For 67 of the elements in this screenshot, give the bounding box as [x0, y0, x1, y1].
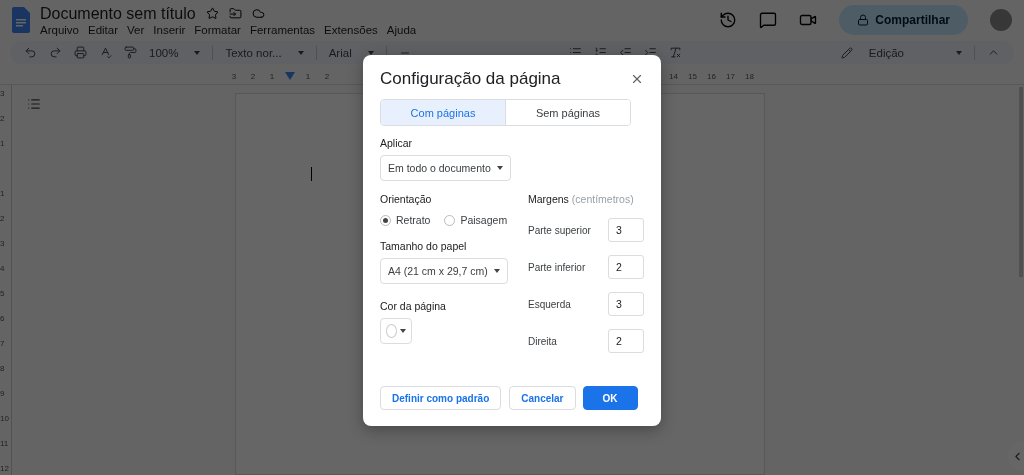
zoom-select[interactable]: 100%	[149, 46, 201, 59]
document-logo-icon[interactable]	[12, 7, 30, 34]
ruler-number: 12	[0, 463, 10, 475]
margin-input[interactable]: 3	[608, 292, 644, 316]
menu-item[interactable]: Ver	[127, 24, 145, 36]
cloud-icon[interactable]	[251, 7, 265, 21]
share-button[interactable]: Compartilhar	[839, 5, 968, 36]
style-select[interactable]: Texto nor...	[225, 46, 304, 59]
paper-size-label: Tamanho do papel	[380, 240, 468, 252]
apply-label: Aplicar	[380, 137, 414, 149]
margin-input[interactable]: 2	[608, 255, 644, 279]
radio-option[interactable]: Retrato	[380, 214, 431, 226]
page-color-label: Cor da página	[380, 300, 447, 312]
margin-label: Direita	[528, 335, 557, 347]
redo-icon[interactable]	[49, 46, 62, 60]
dialog-button[interactable]: Definir como padrão	[380, 386, 502, 410]
outline-icon[interactable]	[27, 97, 41, 111]
close-icon[interactable]	[630, 72, 644, 86]
mode-select[interactable]: Edição	[840, 46, 962, 59]
indent-marker-icon[interactable]	[285, 72, 295, 81]
ruler-number: 18	[745, 71, 753, 81]
menu-item[interactable]: Ferramentas	[249, 24, 316, 36]
menu-item[interactable]: Extensões	[324, 24, 378, 36]
avatar[interactable]	[990, 9, 1012, 32]
dialog-button[interactable]: Cancelar	[509, 386, 576, 410]
paper-size-select[interactable]: A4 (21 cm x 29,7 cm)	[380, 258, 508, 284]
margin-input[interactable]: 2	[608, 329, 644, 353]
clear-formatting-icon[interactable]	[669, 46, 683, 60]
ok-button[interactable]: OK	[582, 386, 638, 410]
text-cursor	[311, 167, 312, 181]
ruler-number: 10	[0, 413, 10, 425]
ruler-number: 11	[0, 438, 10, 450]
ruler-number: 1	[0, 138, 6, 150]
menu-item[interactable]: Editar	[88, 24, 119, 36]
comment-icon[interactable]	[759, 11, 778, 30]
ruler-number: 16	[707, 71, 715, 81]
radio-option[interactable]: Paisagem	[444, 214, 508, 226]
margin-label: Esquerda	[528, 298, 571, 310]
ruler-number: 14	[669, 71, 677, 81]
margin-input[interactable]: 3	[608, 218, 644, 242]
margins-label: Margens	[528, 193, 569, 205]
star-icon[interactable]	[205, 7, 219, 21]
history-icon[interactable]	[719, 11, 738, 30]
spellcheck-icon[interactable]	[99, 46, 112, 60]
ruler-number: 7	[0, 338, 6, 350]
apply-select[interactable]: Em todo o documento	[380, 155, 511, 181]
menu-item[interactable]: Formatar	[194, 24, 241, 36]
dialog-title: Configuração da página	[380, 69, 561, 89]
ruler-number: 1	[0, 188, 6, 200]
menu-item[interactable]: Inserir	[153, 24, 186, 36]
undo-icon[interactable]	[24, 46, 37, 60]
folder-icon[interactable]	[228, 7, 242, 21]
print-icon[interactable]	[74, 46, 87, 60]
paint-format-icon[interactable]	[124, 46, 137, 60]
orientation-label: Orientação	[380, 193, 433, 205]
tab[interactable]: Com páginas	[381, 100, 506, 125]
menu-item[interactable]: Ajuda	[386, 24, 417, 36]
margin-label: Parte superior	[528, 224, 591, 236]
unit-label: (centímetros)	[571, 193, 634, 205]
margin-label: Parte inferior	[528, 261, 586, 273]
lock-icon	[857, 14, 870, 27]
pencil-icon	[840, 46, 853, 59]
ruler-number: 15	[688, 71, 696, 81]
color-picker[interactable]	[380, 318, 412, 344]
document-title[interactable]: Documento sem título	[40, 5, 196, 23]
ruler-number: 17	[726, 71, 734, 81]
menu-item[interactable]: Arquivo	[40, 24, 79, 36]
